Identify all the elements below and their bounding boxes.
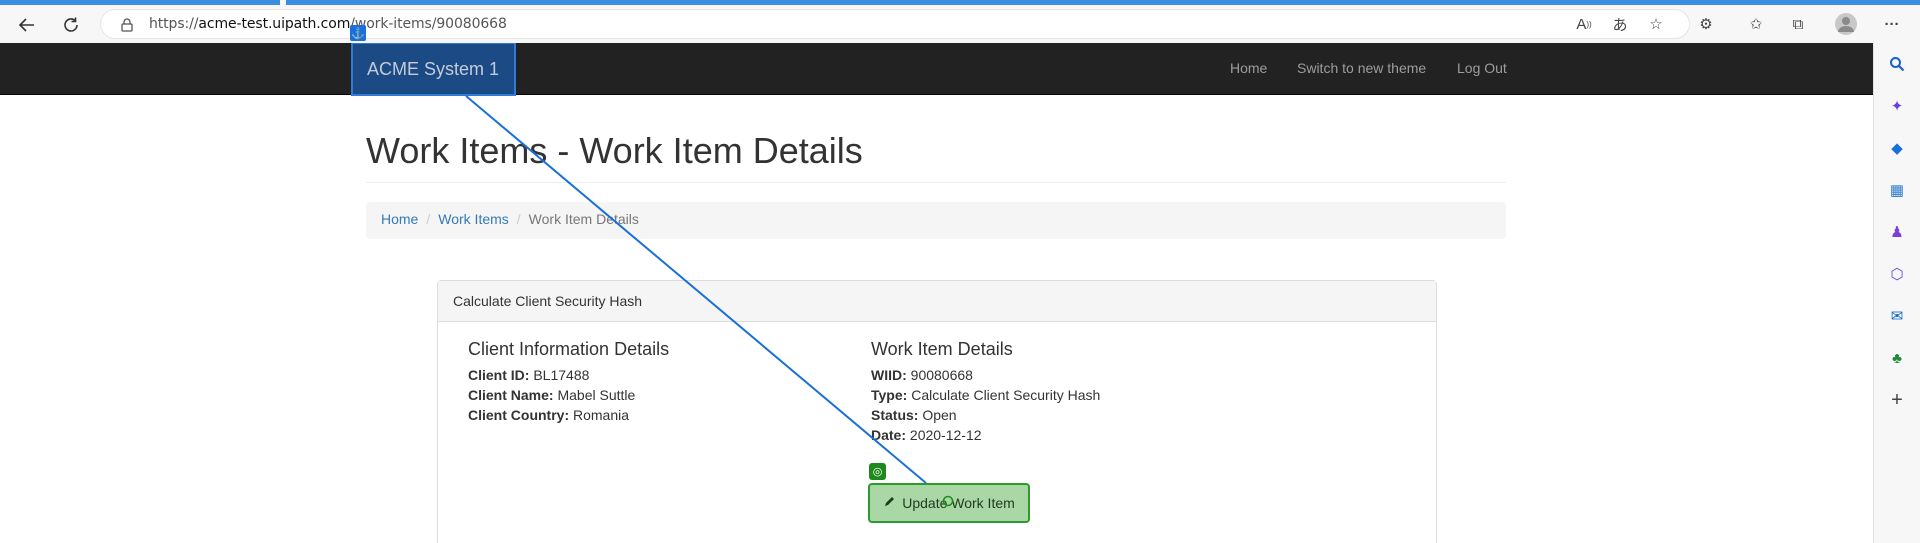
brand-link[interactable]: ACME System 1 [351,43,516,96]
nav-link-log-out[interactable]: Log Out [1457,60,1507,76]
address-bar[interactable]: https://acme-test.uipath.com/work-items/… [100,9,1690,39]
browser-toolbar: https://acme-test.uipath.com/work-items/… [0,0,1920,43]
status-line: Status: Open [871,407,957,423]
breadcrumb-home[interactable]: Home [381,211,418,227]
search-icon[interactable] [1886,53,1908,75]
more-options-icon[interactable]: ··· [1880,12,1904,36]
breadcrumb: Home / Work Items / Work Item Details [366,202,1506,239]
games-icon[interactable]: ♟ [1886,221,1908,243]
url-path: /work-items/90080668 [350,16,507,32]
add-favorite-icon[interactable]: ☆ [1644,12,1668,36]
web-page: ACME System 1 Home Switch to new theme L… [0,43,1873,543]
status-value: Open [922,407,957,423]
breadcrumb-work-items[interactable]: Work Items [438,211,509,227]
type-label: Type: [871,387,908,403]
lock-icon[interactable] [119,17,135,33]
type-value: Calculate Client Security Hash [911,387,1101,403]
type-line: Type: Calculate Client Security Hash [871,387,1100,403]
wiid-line: WIID: 90080668 [871,367,973,383]
extensions-icon[interactable]: ⚙ [1694,12,1718,36]
wiid-label: WIID: [871,367,907,383]
nav-link-home[interactable]: Home [1230,60,1267,76]
client-country-value: Romania [573,407,630,423]
title-divider [366,182,1506,183]
client-id-line: Client ID: BL17488 [468,367,589,383]
work-item-section-title: Work Item Details [871,339,1013,359]
add-sidebar-app-icon[interactable]: + [1886,389,1908,411]
pencil-icon [883,495,896,511]
url-text[interactable]: https://acme-test.uipath.com/work-items/… [149,16,507,32]
client-country-label: Client Country: [468,407,570,423]
client-name-line: Client Name: Mabel Suttle [468,387,635,403]
tools-icon[interactable]: ▦ [1886,179,1908,201]
profile-avatar-icon[interactable] [1834,12,1858,36]
client-id-value: BL17488 [533,367,590,383]
client-name-value: Mabel Suttle [557,387,636,403]
page-title: Work Items - Work Item Details [366,130,863,171]
date-line: Date: 2020-12-12 [871,427,982,443]
collections-icon[interactable]: ⧉ [1786,12,1810,36]
client-section-title: Client Information Details [468,339,670,359]
top-navbar: ACME System 1 Home Switch to new theme L… [0,43,1873,96]
page-load-progress-bar [0,0,1920,5]
read-aloud-icon[interactable]: A)) [1572,12,1596,36]
outlook-icon[interactable]: ✉ [1886,305,1908,327]
status-label: Status: [871,407,919,423]
anchor-icon: ⚓ [350,25,366,41]
copilot-icon[interactable]: ✦ [1886,95,1908,117]
date-label: Date: [871,427,907,443]
wiid-value: 90080668 [910,367,973,383]
translate-icon[interactable]: あ [1608,12,1632,36]
client-id-label: Client ID: [468,367,530,383]
browser-sidebar: ✦ ◆ ▦ ♟ ⬡ ✉ ♣ + [1873,43,1920,543]
back-arrow-icon[interactable] [13,11,41,39]
office-icon[interactable]: ⬡ [1886,263,1908,285]
client-country-line: Client Country: Romania [468,407,629,423]
date-value: 2020-12-12 [909,427,982,443]
panel-heading: Calculate Client Security Hash [438,281,1436,322]
tree-icon[interactable]: ♣ [1886,347,1908,369]
client-name-label: Client Name: [468,387,554,403]
update-work-item-button[interactable]: Update Work Item [868,483,1030,523]
shopping-tag-icon[interactable]: ◆ [1886,137,1908,159]
url-scheme: https:// [149,16,199,32]
breadcrumb-current: Work Item Details [528,211,639,227]
target-marker-icon: ◎ [869,463,886,480]
url-host: acme-test.uipath.com [198,16,351,32]
nav-link-switch-theme[interactable]: Switch to new theme [1297,60,1426,76]
favorites-icon[interactable]: ✩ [1744,12,1768,36]
refresh-icon[interactable] [57,11,85,39]
update-work-item-label: Update Work Item [902,495,1015,511]
